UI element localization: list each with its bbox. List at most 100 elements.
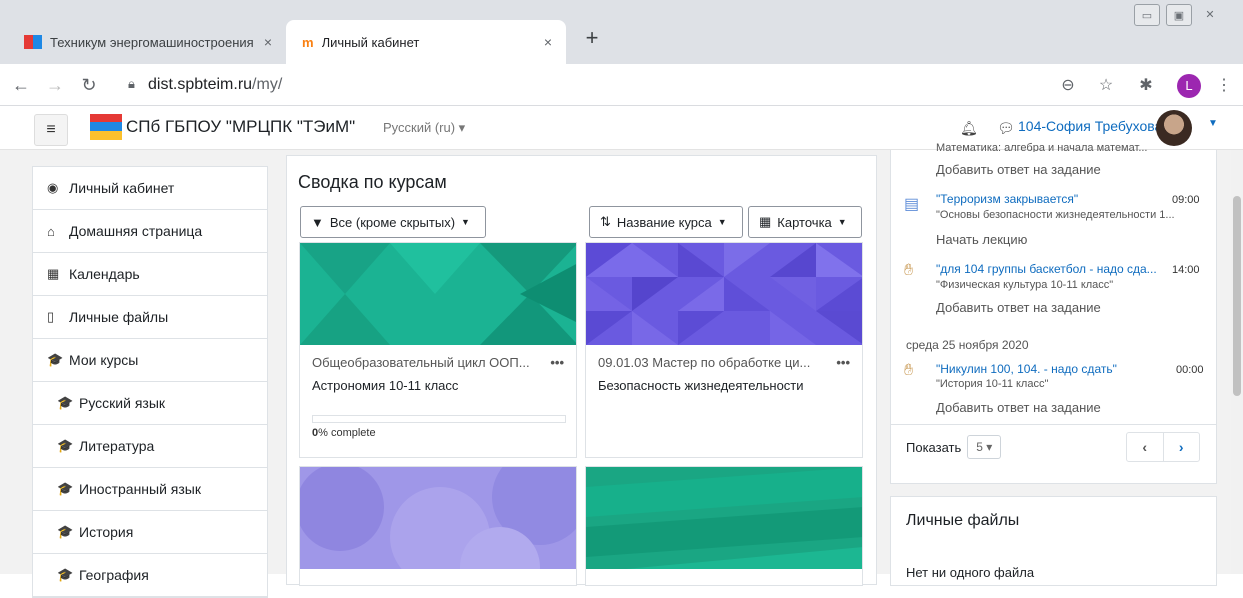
course-name[interactable]: Безопасность жизнедеятельности: [598, 378, 850, 393]
tachometer-icon: ◉: [47, 180, 59, 195]
extensions-icon[interactable]: ✱: [1134, 74, 1158, 98]
new-tab-button[interactable]: +: [578, 24, 606, 52]
course-menu-icon[interactable]: •••: [836, 355, 850, 370]
graduation-cap-icon: 🎓: [57, 524, 74, 539]
back-icon[interactable]: ←: [8, 72, 34, 98]
course-card[interactable]: 09.01.03 Мастер по обработке ци... ••• Бе…: [585, 242, 863, 458]
event-title[interactable]: "Никулин 100, 104. - надо сдать": [936, 362, 1117, 376]
lock-icon[interactable]: 🔒︎: [128, 76, 135, 92]
tab-close-icon[interactable]: ×: [258, 34, 278, 50]
browser-menu-icon[interactable]: ⋮: [1212, 74, 1236, 98]
graduation-cap-icon: 🎓: [57, 481, 74, 496]
notifications-bell-icon[interactable]: 🔔︎: [960, 120, 978, 137]
timeline-action-link[interactable]: Начать лекцию: [936, 232, 1027, 247]
bookmark-star-icon[interactable]: ☆: [1094, 74, 1118, 98]
sidebar-item-label: Литература: [79, 438, 155, 454]
graduation-cap-icon: 🎓: [57, 438, 74, 453]
browser-tab-active[interactable]: m Личный кабинет ×: [286, 20, 566, 64]
lesson-icon: ▤: [904, 196, 920, 213]
home-icon: ⌂: [47, 223, 55, 239]
prev-page-icon[interactable]: ‹: [1127, 433, 1164, 461]
reload-icon[interactable]: ↻: [76, 72, 102, 98]
sidebar-item-home[interactable]: ⌂ Домашняя страница: [33, 210, 267, 253]
forward-icon[interactable]: →: [42, 72, 68, 98]
user-menu-caret-icon[interactable]: ▼: [1208, 118, 1218, 129]
course-overview-heading: Сводка по курсам: [298, 172, 447, 192]
site-logo[interactable]: [90, 114, 122, 140]
page-size-selector: Показать 5 ▾: [906, 432, 1002, 462]
url-host: dist.spbteim.ru: [148, 76, 253, 93]
sidebar-item-dashboard[interactable]: ◉ Личный кабинет: [33, 167, 267, 210]
grid-icon: ▦: [759, 214, 772, 229]
sort-icon: ⇅: [600, 214, 611, 229]
file-icon: ▯: [47, 309, 55, 324]
messages-chat-icon[interactable]: 💬︎: [997, 120, 1015, 137]
next-page-icon[interactable]: ›: [1164, 433, 1200, 461]
chevron-down-icon: ▼: [837, 217, 847, 227]
graduation-cap-icon: 🎓: [57, 395, 74, 410]
url-path: /my/: [252, 76, 283, 93]
sidebar-item-course[interactable]: 🎓 География: [33, 554, 267, 597]
url-field[interactable]: dist.spbteim.ru/my/: [148, 76, 282, 94]
sidebar-item-label: Личные файлы: [69, 309, 169, 325]
tab-title: Техникум энергомашиностроения: [50, 34, 254, 50]
nav-drawer: ◉ Личный кабинет ⌂ Домашняя страница ▦ Кале…: [32, 166, 268, 598]
timeline-pagination: ‹ ›: [1126, 432, 1200, 462]
event-title[interactable]: "для 104 группы баскетбол - надо сда...: [936, 262, 1168, 276]
sidebar-item-private-files[interactable]: ▯ Личные файлы: [33, 296, 267, 339]
browser-profile-avatar[interactable]: L: [1177, 74, 1201, 98]
sidebar-item-course[interactable]: 🎓 Русский язык: [33, 382, 267, 425]
user-name[interactable]: 104-София Требухова: [1018, 118, 1162, 134]
course-name[interactable]: Астрономия 10-11 класс: [312, 378, 564, 393]
private-files-heading: Личные файлы: [906, 512, 1020, 529]
menu-toggle-icon[interactable]: ≡: [34, 114, 68, 146]
timeline-action-link[interactable]: Добавить ответ на задание: [936, 400, 1101, 415]
language-menu[interactable]: Русский (ru) ▾: [383, 120, 465, 136]
course-filter-dropdown[interactable]: ▼ Все (кроме скрытых) ▼: [300, 206, 486, 238]
course-card-image[interactable]: [586, 467, 862, 569]
course-category: Общеобразовательный цикл ООП...: [312, 355, 530, 370]
course-sort-dropdown[interactable]: ⇅ Название курса ▼: [589, 206, 743, 238]
event-course: "Физическая культура 10-11 класс": [936, 279, 1114, 291]
assignment-icon: ✋︎: [904, 362, 914, 379]
course-view-dropdown[interactable]: ▦ Карточка ▼: [748, 206, 862, 238]
close-window-icon[interactable]: ✕: [1198, 4, 1222, 24]
course-menu-icon[interactable]: •••: [550, 355, 564, 370]
page-size-dropdown[interactable]: 5 ▾: [967, 435, 1002, 459]
user-avatar[interactable]: [1156, 110, 1192, 146]
event-time: 09:00: [1172, 194, 1200, 206]
sidebar-item-course[interactable]: 🎓 Иностранный язык: [33, 468, 267, 511]
graduation-cap-icon: 🎓: [57, 567, 74, 582]
calendar-icon: ▦: [47, 266, 60, 281]
course-card-image[interactable]: [300, 243, 576, 345]
maximize-icon[interactable]: ▣: [1166, 4, 1192, 26]
course-progress-label: % complete: [318, 427, 376, 439]
sidebar-item-course[interactable]: 🎓 История: [33, 511, 267, 554]
browser-tab-inactive[interactable]: Техникум энергомашиностроения ×: [14, 20, 286, 64]
moodle-favicon-icon: m: [302, 34, 314, 50]
site-name[interactable]: СПб ГБПОУ "МРЦПК "ТЭиМ": [126, 117, 355, 137]
course-card-image[interactable]: [586, 243, 862, 345]
sidebar-item-my-courses[interactable]: 🎓 Мои курсы: [33, 339, 267, 382]
event-time: 14:00: [1172, 264, 1200, 276]
tab-close-icon[interactable]: ×: [538, 34, 558, 50]
timeline-action-link[interactable]: Добавить ответ на задание: [936, 162, 1101, 177]
course-card[interactable]: [299, 466, 577, 586]
sidebar-item-label: Иностранный язык: [79, 481, 201, 497]
sidebar-item-label: География: [79, 567, 149, 583]
course-card[interactable]: Общеобразовательный цикл ООП... ••• Астро…: [299, 242, 577, 458]
course-card-image[interactable]: [300, 467, 576, 569]
course-card[interactable]: [585, 466, 863, 586]
timeline-action-link[interactable]: Добавить ответ на задание: [936, 300, 1101, 315]
scrollbar-thumb[interactable]: [1233, 196, 1241, 396]
site-favicon-icon: [24, 35, 42, 49]
zoom-icon[interactable]: ⊖: [1056, 74, 1080, 98]
sidebar-item-course[interactable]: 🎓 Литература: [33, 425, 267, 468]
sidebar-item-calendar[interactable]: ▦ Календарь: [33, 253, 267, 296]
sidebar-item-label: Домашняя страница: [69, 223, 203, 239]
event-time: 00:00: [1176, 364, 1204, 376]
minimize-icon[interactable]: ▭: [1134, 4, 1160, 26]
event-title[interactable]: "Терроризм закрывается": [936, 192, 1078, 206]
filter-label: Все (кроме скрытых): [329, 214, 456, 230]
timeline-course-cut: Математика: алгебра и начала математ...: [936, 142, 1148, 152]
